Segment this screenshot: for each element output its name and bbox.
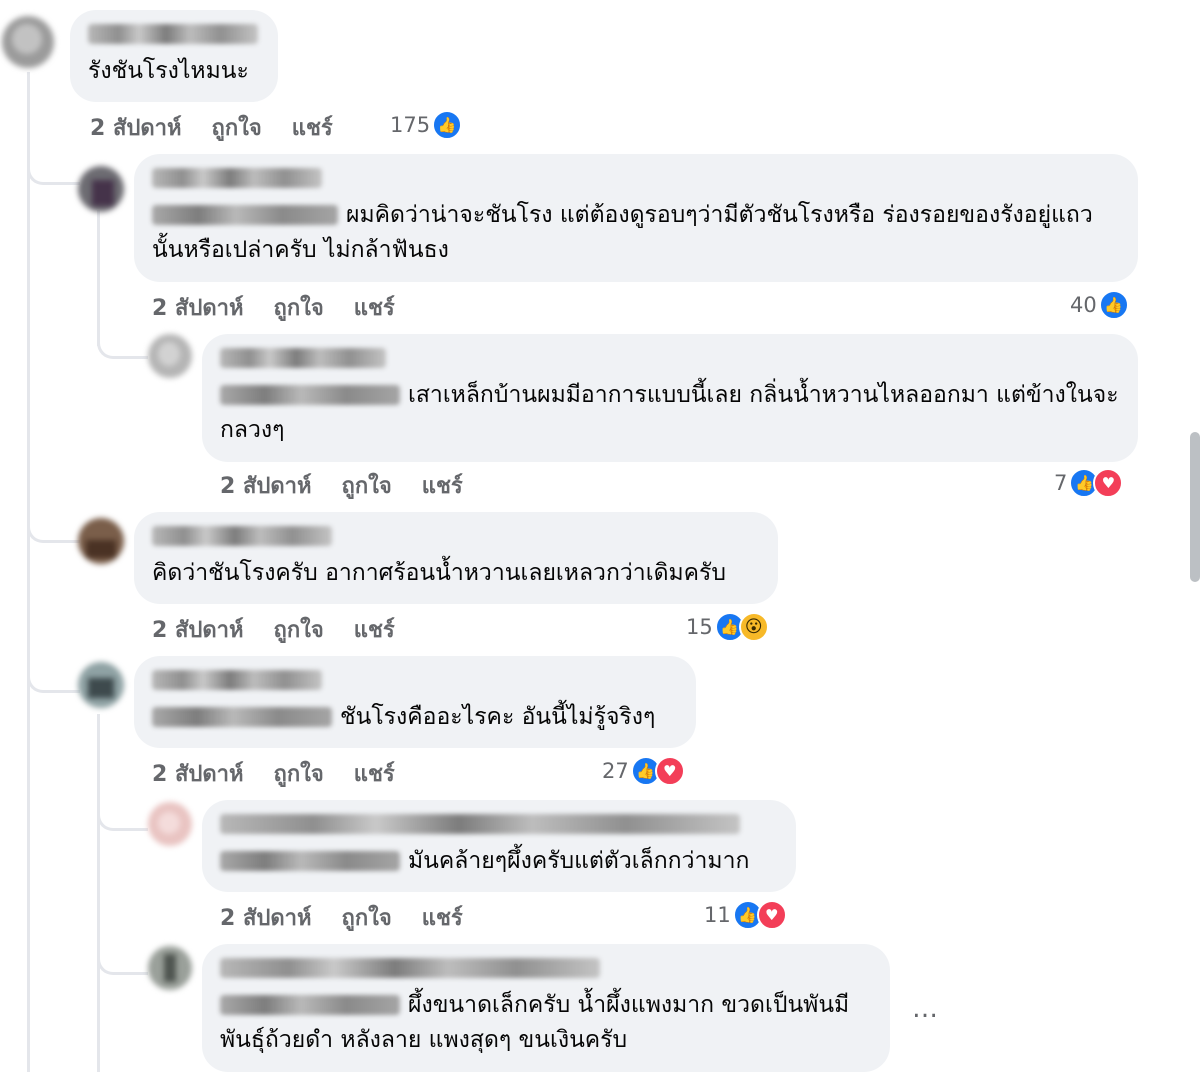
thread-line-reply [97,714,100,1072]
reaction-count: 7 [1054,471,1068,495]
reaction-count: 15 [686,615,713,639]
comment-text: ชันโรงคืออะไรคะ อันนี้ไม่รู้จริงๆ [340,704,656,730]
like-reaction-icon: 👍 [432,110,463,140]
thread-line-main [27,72,30,1072]
reaction-count: 11 [704,903,731,927]
share-button[interactable]: แชร์ [354,756,395,791]
like-button[interactable]: ถูกใจ [274,290,324,325]
reaction-summary[interactable]: 11 👍 ♥ [704,900,787,930]
blurred-author-name[interactable] [220,814,740,834]
comment-bubble: รังชันโรงไหมนะ [70,10,278,102]
blurred-mention-tag[interactable] [220,851,400,871]
reaction-summary[interactable]: 175 👍 [390,110,463,140]
blurred-mention-tag[interactable] [220,385,400,405]
thread-connector [27,640,80,693]
avatar[interactable] [78,166,124,212]
reaction-summary[interactable]: 27 👍 ♥ [602,756,685,786]
share-button[interactable]: แชร์ [354,290,395,325]
thread-connector [97,920,148,975]
reaction-summary[interactable]: 15 👍 😮 [686,612,769,642]
comment-text: รังชันโรงไหมนะ [88,58,249,84]
comment-text: มันคล้ายๆผึ้งครับแต่ตัวเล็กกว่ามาก [408,848,750,874]
comment-actions: 2 สัปดาห์ ถูกใจ แชร์ [90,110,333,145]
share-button[interactable]: แชร์ [354,612,395,647]
blurred-author-name[interactable] [220,348,386,368]
blurred-mention-tag[interactable] [220,995,400,1015]
comment-bubble: มันคล้ายๆผึ้งครับแต่ตัวเล็กกว่ามาก [202,800,796,892]
timestamp-link[interactable]: 2 สัปดาห์ [90,110,182,145]
reaction-count: 175 [390,113,431,137]
share-button[interactable]: แชร์ [422,900,463,935]
reaction-count: 40 [1070,293,1097,317]
blurred-author-name[interactable] [88,24,258,44]
timestamp-link[interactable]: 2 สัปดาห์ [152,612,244,647]
avatar[interactable] [78,662,124,708]
comment-bubble: ชันโรงคืออะไรคะ อันนี้ไม่รู้จริงๆ [134,656,696,748]
thread-connector [97,300,148,359]
blurred-author-name[interactable] [152,168,322,188]
avatar[interactable] [2,16,54,68]
timestamp-link[interactable]: 2 สัปดาห์ [152,756,244,791]
thread-connector [27,490,80,543]
avatar[interactable] [148,334,192,378]
comment-actions: 2 สัปดาห์ ถูกใจ แชร์ [220,900,463,935]
like-button[interactable]: ถูกใจ [342,468,392,503]
more-options-button[interactable]: … [912,994,940,1024]
timestamp-link[interactable]: 2 สัปดาห์ [152,290,244,325]
wow-reaction-icon: 😮 [738,612,769,642]
comment-bubble: คิดว่าชันโรงครับ อากาศร้อนน้ำหวานเลยเหลว… [134,512,778,604]
share-button[interactable]: แชร์ [422,468,463,503]
like-reaction-icon: 👍 [1098,290,1129,320]
blurred-author-name[interactable] [152,526,332,546]
like-button[interactable]: ถูกใจ [274,612,324,647]
like-button[interactable]: ถูกใจ [274,756,324,791]
comment-text: คิดว่าชันโรงครับ อากาศร้อนน้ำหวานเลยเหลว… [152,560,727,586]
reaction-count: 27 [602,759,629,783]
love-reaction-icon: ♥ [1093,468,1124,498]
blurred-mention-tag[interactable] [152,205,338,225]
like-button[interactable]: ถูกใจ [342,900,392,935]
comment-bubble: ผึ้งขนาดเล็กครับ น้ำผึ้งแพงมาก ขวดเป็นพั… [202,944,890,1072]
scrollbar-thumb[interactable] [1190,432,1200,582]
like-button[interactable]: ถูกใจ [212,110,262,145]
reaction-summary[interactable]: 40 👍 [1070,290,1129,320]
avatar[interactable] [148,802,192,846]
comment-actions: 2 สัปดาห์ ถูกใจ แชร์ [152,756,395,791]
comment-actions: 2 สัปดาห์ ถูกใจ แชร์ [152,612,395,647]
timestamp-link[interactable]: 2 สัปดาห์ [220,900,312,935]
blurred-author-name[interactable] [220,958,600,978]
blurred-author-name[interactable] [152,670,322,690]
love-reaction-icon: ♥ [756,900,787,930]
comment-bubble: ผมคิดว่าน่าจะชันโรง แต่ต้องดูรอบๆว่ามีตั… [134,154,1138,282]
thread-connector [27,120,80,185]
love-reaction-icon: ♥ [654,756,685,786]
comment-actions: 2 สัปดาห์ ถูกใจ แชร์ [220,468,463,503]
share-button[interactable]: แชร์ [292,110,333,145]
blurred-mention-tag[interactable] [152,707,332,727]
comment-actions: 2 สัปดาห์ ถูกใจ แชร์ [152,290,395,325]
thread-connector [97,780,148,831]
comment-bubble: เสาเหล็กบ้านผมมีอาการแบบนี้เลย กลิ่นน้ำห… [202,334,1138,462]
avatar[interactable] [78,518,124,564]
reaction-summary[interactable]: 7 👍 ♥ [1054,468,1124,498]
avatar[interactable] [148,946,192,990]
timestamp-link[interactable]: 2 สัปดาห์ [220,468,312,503]
